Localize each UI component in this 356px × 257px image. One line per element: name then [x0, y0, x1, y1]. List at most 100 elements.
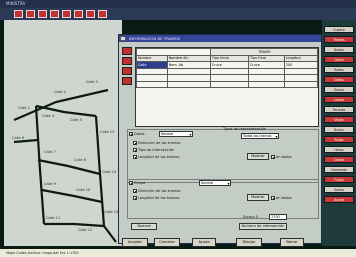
- direccion-checkbox-2[interactable]: [133, 189, 137, 193]
- tramos-grid[interactable]: TRAMO Nombre Nombre Sin Tipo Inicio Tipo…: [135, 47, 319, 127]
- longitud-label-2: Longitud de los tramos: [138, 196, 180, 200]
- street-label: Calle 11: [46, 216, 61, 220]
- panel-item-horas[interactable]: Horas: [324, 146, 354, 153]
- datos-checkbox[interactable]: [129, 132, 133, 136]
- street-label: Calle 9: [44, 182, 57, 186]
- panel-item-datos[interactable]: Datos: [324, 76, 354, 83]
- panel-item-zonas[interactable]: Zonas: [324, 86, 354, 93]
- panel-item-salida[interactable]: Salida: [324, 186, 354, 193]
- cancelar-button[interactable]: Cancelar: [154, 238, 180, 247]
- panel-item-buses[interactable]: Buses: [324, 126, 354, 133]
- street-label: Calle 3: [86, 80, 99, 84]
- command-panel: Cuadro Tramos Nodos Calles Redes Datos Z…: [322, 20, 356, 246]
- interseccion-label: Tipo de intersección: [138, 148, 175, 152]
- dialog-title: INFORMACION DE TRAMOS: [129, 36, 180, 41]
- todos-option-2[interactable]: en todos: [271, 196, 292, 200]
- panel-item-costes[interactable]: Costes: [324, 156, 354, 163]
- grid-cell: [166, 80, 211, 88]
- grid-nav-button-2[interactable]: [122, 57, 132, 65]
- todos-option-1[interactable]: en todos: [271, 155, 292, 159]
- toolbar-button-7[interactable]: [86, 10, 95, 18]
- toolbar-button-5[interactable]: [62, 10, 71, 18]
- street-label: Calle 1: [18, 106, 31, 110]
- panel-item-cuadro[interactable]: Cuadro: [324, 26, 354, 33]
- numero-button[interactable]: Número de intersección: [239, 223, 287, 230]
- toolbar-button-1[interactable]: [14, 10, 23, 18]
- street-label: Calle 4: [42, 114, 55, 118]
- street-label: Calle 6: [12, 136, 25, 140]
- street-label: Calle 7: [44, 150, 57, 154]
- panel-item-calles[interactable]: Calles: [324, 56, 354, 63]
- borrar-button[interactable]: Borrar: [280, 238, 304, 247]
- todos-label-1: en todos: [276, 155, 292, 159]
- longitud-label: Longitud de los tramos: [138, 155, 180, 159]
- todos-checkbox-1[interactable]: [271, 155, 275, 159]
- street-label: Calle 14: [102, 170, 117, 174]
- street-label: Calle 15: [104, 210, 119, 214]
- panel-item-nodos[interactable]: Nodos: [324, 46, 354, 53]
- direccion-label-2: Dirección de los tramos: [138, 189, 181, 193]
- street-label: Calle 2: [54, 90, 67, 94]
- grupo-label: Grupo: [134, 181, 146, 185]
- table-row[interactable]: [136, 80, 319, 88]
- direccion-label: Direccion de los tramos: [138, 141, 181, 145]
- mostrar-button-2[interactable]: Mostrar: [247, 194, 269, 201]
- option-direccion[interactable]: Direccion de los tramos: [133, 141, 180, 145]
- option-longitud[interactable]: Longitud de los tramos: [133, 155, 179, 159]
- panel-item-flujos[interactable]: Flujos: [324, 176, 354, 183]
- dibujar-button[interactable]: Dibujar: [236, 238, 262, 247]
- escala-input[interactable]: 1700: [269, 214, 287, 220]
- toolbar-button-3[interactable]: [38, 10, 47, 18]
- info-dialog: INFORMACION DE TRAMOS TRAMO Nombre Nombr…: [118, 34, 322, 244]
- street-label: Calle 5: [70, 118, 83, 122]
- panel-item-demanda[interactable]: Demanda: [324, 166, 354, 173]
- street-label: Calle 12: [78, 228, 93, 232]
- grid-cell: [136, 80, 168, 88]
- ayuda-button[interactable]: Ayuda: [192, 238, 216, 247]
- title-bar: MINISTRA: [0, 0, 356, 8]
- panel-item-viajes[interactable]: Viajes: [324, 116, 354, 123]
- close-icon[interactable]: [120, 36, 126, 41]
- interseccion-checkbox[interactable]: [133, 148, 137, 152]
- street-label: Calle 13: [100, 130, 115, 134]
- grid-nav-button-1[interactable]: [122, 47, 132, 55]
- status-bar: Mapa Calles Archivo: mapa.dat Esc 1:1700: [0, 249, 356, 257]
- panel-item-ayuda[interactable]: Ayuda: [324, 196, 354, 203]
- panel-item-tramos[interactable]: Tramos: [324, 36, 354, 43]
- window-title: MINISTRA: [6, 1, 26, 6]
- datos-option[interactable]: Datos: [129, 132, 144, 136]
- direccion-checkbox[interactable]: [133, 141, 137, 145]
- mostrar-button-1[interactable]: Mostrar: [247, 153, 269, 160]
- panel-item-rutas[interactable]: Rutas: [324, 136, 354, 143]
- grupo-checkbox[interactable]: [129, 181, 133, 185]
- filter-dropdown[interactable]: Todos los tramos: [241, 133, 279, 139]
- panel-item-paradas[interactable]: Paradas: [324, 106, 354, 113]
- todos-label-2: en todos: [276, 196, 292, 200]
- toolbar-button-4[interactable]: [50, 10, 59, 18]
- longitud-checkbox[interactable]: [133, 155, 137, 159]
- nuevos-button[interactable]: Nuevos: [131, 223, 157, 230]
- grid-nav-button-4[interactable]: [122, 77, 132, 85]
- panel-item-lineas[interactable]: Lineas: [324, 96, 354, 103]
- datos-dropdown[interactable]: Normal: [159, 131, 193, 137]
- aceptar-button[interactable]: Aceptar: [122, 238, 148, 247]
- toolbar-button-8[interactable]: [98, 10, 107, 18]
- option-interseccion[interactable]: Tipo de intersección: [133, 148, 174, 152]
- toolbar-button-2[interactable]: [26, 10, 35, 18]
- grupo-dropdown[interactable]: Normal: [199, 180, 231, 186]
- panel-item-redes[interactable]: Redes: [324, 66, 354, 73]
- grid-cell: [283, 80, 319, 88]
- map-canvas[interactable]: Calle 1 Calle 2 Calle 3 Calle 4 Calle 5 …: [4, 20, 122, 246]
- grid-nav-button-3[interactable]: [122, 67, 132, 75]
- escala-label: Escala 1:: [243, 215, 260, 219]
- todos-checkbox-2[interactable]: [271, 196, 275, 200]
- toolbar-button-6[interactable]: [74, 10, 83, 18]
- option-longitud-2[interactable]: Longitud de los tramos: [133, 196, 179, 200]
- grid-table: TRAMO Nombre Nombre Sin Tipo Inicio Tipo…: [136, 48, 319, 88]
- filter-title: Tipos de representación: [223, 127, 267, 131]
- grid-cell: [209, 80, 249, 88]
- option-direccion-2[interactable]: Dirección de los tramos: [133, 189, 180, 193]
- grid-cell: [247, 80, 285, 88]
- longitud-checkbox-2[interactable]: [133, 196, 137, 200]
- grupo-option[interactable]: Grupo: [129, 181, 145, 185]
